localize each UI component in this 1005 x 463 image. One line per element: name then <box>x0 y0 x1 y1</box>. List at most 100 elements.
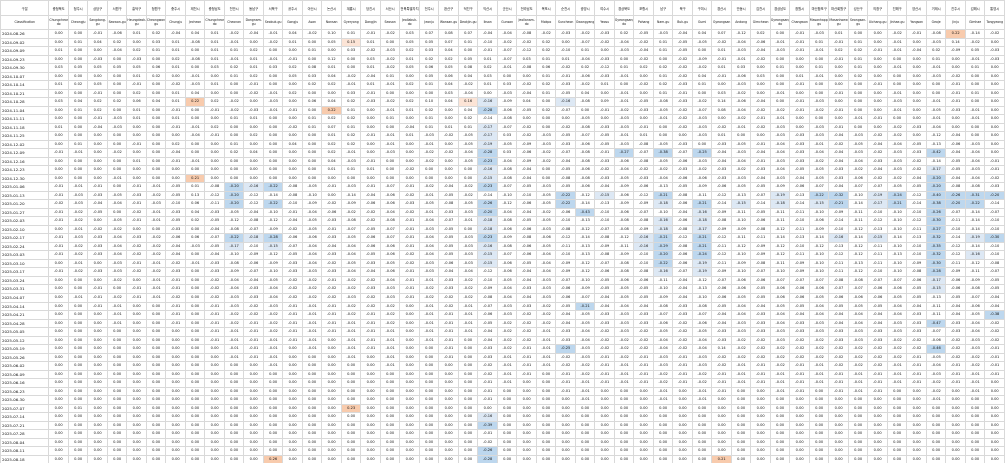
value-cell: -0.06 <box>106 29 128 39</box>
value-cell: -0.11 <box>691 190 713 201</box>
value-cell: -0.02 <box>204 275 225 286</box>
value-cell: 0.00 <box>67 46 89 56</box>
value-cell: 0.00 <box>321 420 342 431</box>
table-row: 2024-11-18 0.01 0.00 -0.04 -0.03 0.00 0.00 -0.0… <box>0 122 1005 133</box>
value-cell: 0.00 <box>360 352 381 363</box>
value-cell: 0.00 <box>750 412 771 422</box>
value-cell: -0.11 <box>828 258 849 269</box>
table-row: 2025-04-28 0.00 0.00 0.00 -0.01 0.00 0.00 -0.01… <box>0 318 1005 329</box>
header-region: 충주시 <box>165 0 186 16</box>
value-cell: -0.03 <box>672 139 693 150</box>
value-cell: 0.00 <box>48 293 69 303</box>
value-cell: -0.06 <box>243 258 264 269</box>
value-cell: -0.01 <box>633 369 654 380</box>
value-cell: -0.05 <box>477 318 498 329</box>
value-cell: 0.01 <box>165 37 186 48</box>
value-cell: -0.08 <box>438 199 459 209</box>
value-cell: -0.04 <box>301 250 323 260</box>
value-cell: -0.04 <box>867 165 888 175</box>
value-cell: 0.02 <box>126 46 147 56</box>
row-date-cell: 2025-03-03 <box>0 250 50 260</box>
value-cell: -0.03 <box>262 97 284 107</box>
value-cell: 0.03 <box>204 63 225 73</box>
value-cell: -0.02 <box>399 258 420 269</box>
value-cell: 0.00 <box>48 173 69 184</box>
value-cell: 0.05 <box>418 37 440 48</box>
value-cell: 0.04 <box>321 97 342 107</box>
value-cell: -0.03 <box>126 190 147 201</box>
value-cell: 0.05 <box>457 54 479 65</box>
value-cell: -0.03 <box>594 318 615 329</box>
value-cell: 0.00 <box>87 71 108 82</box>
value-cell: -0.06 <box>321 207 342 218</box>
value-cell: -0.03 <box>945 318 966 329</box>
value-cell: 0.00 <box>145 395 167 405</box>
value-cell: -0.24 <box>886 190 908 201</box>
value-cell: -0.03 <box>808 131 830 141</box>
value-cell: -0.12 <box>262 216 284 226</box>
value-cell: 0.00 <box>399 420 420 431</box>
value-cell: 0.00 <box>438 429 459 439</box>
value-cell: 0.00 <box>223 369 245 380</box>
value-cell: 0.00 <box>964 131 986 141</box>
value-cell: -0.03 <box>223 293 245 303</box>
value-cell: 0.07 <box>418 29 440 39</box>
value-cell: -0.03 <box>906 148 927 158</box>
value-cell: 0.00 <box>730 437 752 448</box>
value-cell: -0.09 <box>691 54 713 65</box>
value-cell: 0.02 <box>67 80 89 90</box>
value-cell: 0.00 <box>106 352 128 363</box>
value-cell: 0.01 <box>223 114 245 124</box>
value-cell: 0.00 <box>67 412 89 422</box>
value-cell: -0.11 <box>769 216 791 226</box>
value-cell: 0.00 <box>184 318 206 329</box>
value-cell: 0.00 <box>574 105 596 116</box>
header-region: 전주시 <box>418 0 440 16</box>
value-cell: -0.04 <box>906 46 927 56</box>
value-cell: -0.02 <box>360 301 381 311</box>
value-cell: -0.03 <box>555 29 576 39</box>
value-cell: -0.01 <box>457 216 479 226</box>
value-cell: 0.00 <box>769 437 791 448</box>
value-cell: -0.17 <box>691 224 713 235</box>
value-cell: 0.00 <box>789 437 810 448</box>
value-cell: 0.00 <box>613 386 635 397</box>
value-cell: 0.00 <box>769 403 791 414</box>
value-cell: -0.05 <box>418 199 440 209</box>
value-cell: 0.02 <box>126 88 147 99</box>
value-cell: -0.03 <box>457 250 479 260</box>
value-cell: 0.00 <box>457 165 479 175</box>
header-region: 안동시 <box>730 0 752 16</box>
value-cell: -0.03 <box>769 335 791 346</box>
value-cell: -0.01 <box>828 122 849 133</box>
value-cell: -0.08 <box>496 241 518 252</box>
value-cell: -0.10 <box>789 241 810 252</box>
value-cell: -0.20 <box>223 182 245 192</box>
value-cell: -0.02 <box>126 207 147 218</box>
value-cell: 0.00 <box>87 46 108 56</box>
value-cell: 0.00 <box>847 88 869 99</box>
value-cell: 0.00 <box>438 173 459 184</box>
value-cell: -0.03 <box>613 46 635 56</box>
value-cell: 0.02 <box>438 54 459 65</box>
value-cell: 0.04 <box>184 207 206 218</box>
value-cell: -0.01 <box>984 352 1005 363</box>
value-cell: -0.02 <box>399 207 420 218</box>
value-cell: -0.01 <box>399 241 420 252</box>
value-cell: 0.05 <box>321 37 342 48</box>
value-cell: 0.01 <box>379 71 401 82</box>
value-cell: -0.26 <box>477 446 498 456</box>
value-cell: -0.01 <box>886 378 908 388</box>
value-cell: 0.00 <box>145 454 167 463</box>
value-cell: 0.00 <box>87 216 108 226</box>
value-cell: 0.00 <box>964 97 986 107</box>
value-cell: -0.05 <box>594 139 615 150</box>
value-cell: 0.00 <box>87 156 108 167</box>
value-cell: -0.07 <box>243 267 264 277</box>
value-cell: -0.01 <box>126 293 147 303</box>
value-cell: -0.02 <box>145 267 167 277</box>
column-header: Gwangyang <box>574 15 596 30</box>
column-header: Buk-gu <box>672 15 693 30</box>
value-cell: 0.00 <box>399 361 420 371</box>
value-cell: 0.03 <box>496 131 518 141</box>
